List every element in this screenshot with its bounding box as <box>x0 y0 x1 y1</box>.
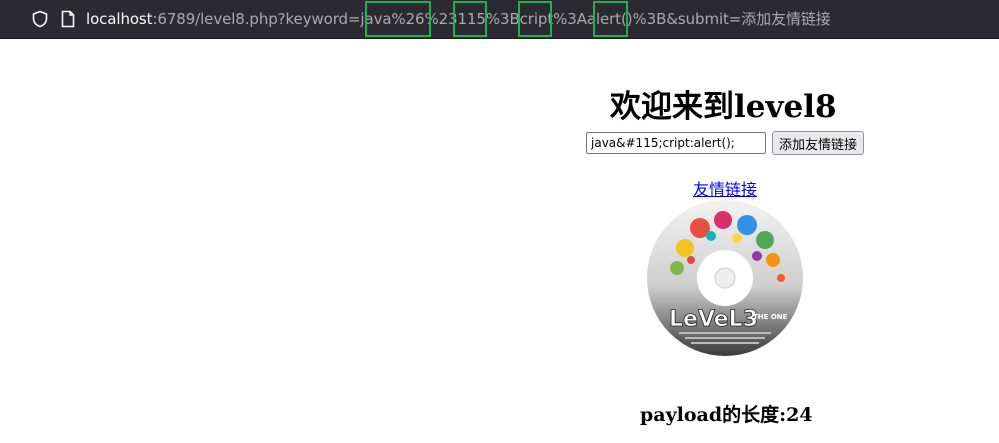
url-path: :6789/level8.php?keyword=java%26%23115%3… <box>152 10 831 28</box>
disc-logo-subtext: THE ONE <box>753 313 788 321</box>
submit-button[interactable]: 添加友情链接 <box>772 131 864 155</box>
highlight-box <box>593 1 628 37</box>
highlight-box <box>518 1 552 37</box>
browser-url-bar[interactable]: localhost:6789/level8.php?keyword=java%2… <box>0 0 999 39</box>
highlight-box <box>365 1 431 37</box>
disc-logo-text: LeVeL3 <box>669 307 758 332</box>
level-disc-image: LeVeL3 THE ONE <box>647 200 803 356</box>
friend-link[interactable]: 友情链接 <box>693 176 757 200</box>
payload-length: payload的长度:24 <box>640 403 813 426</box>
keyword-input[interactable] <box>586 132 766 154</box>
highlight-box <box>453 1 487 37</box>
page-icon <box>61 10 75 28</box>
url-host: localhost <box>86 10 153 28</box>
shield-icon[interactable] <box>31 10 49 28</box>
page-title: 欢迎来到level8 <box>610 88 837 125</box>
